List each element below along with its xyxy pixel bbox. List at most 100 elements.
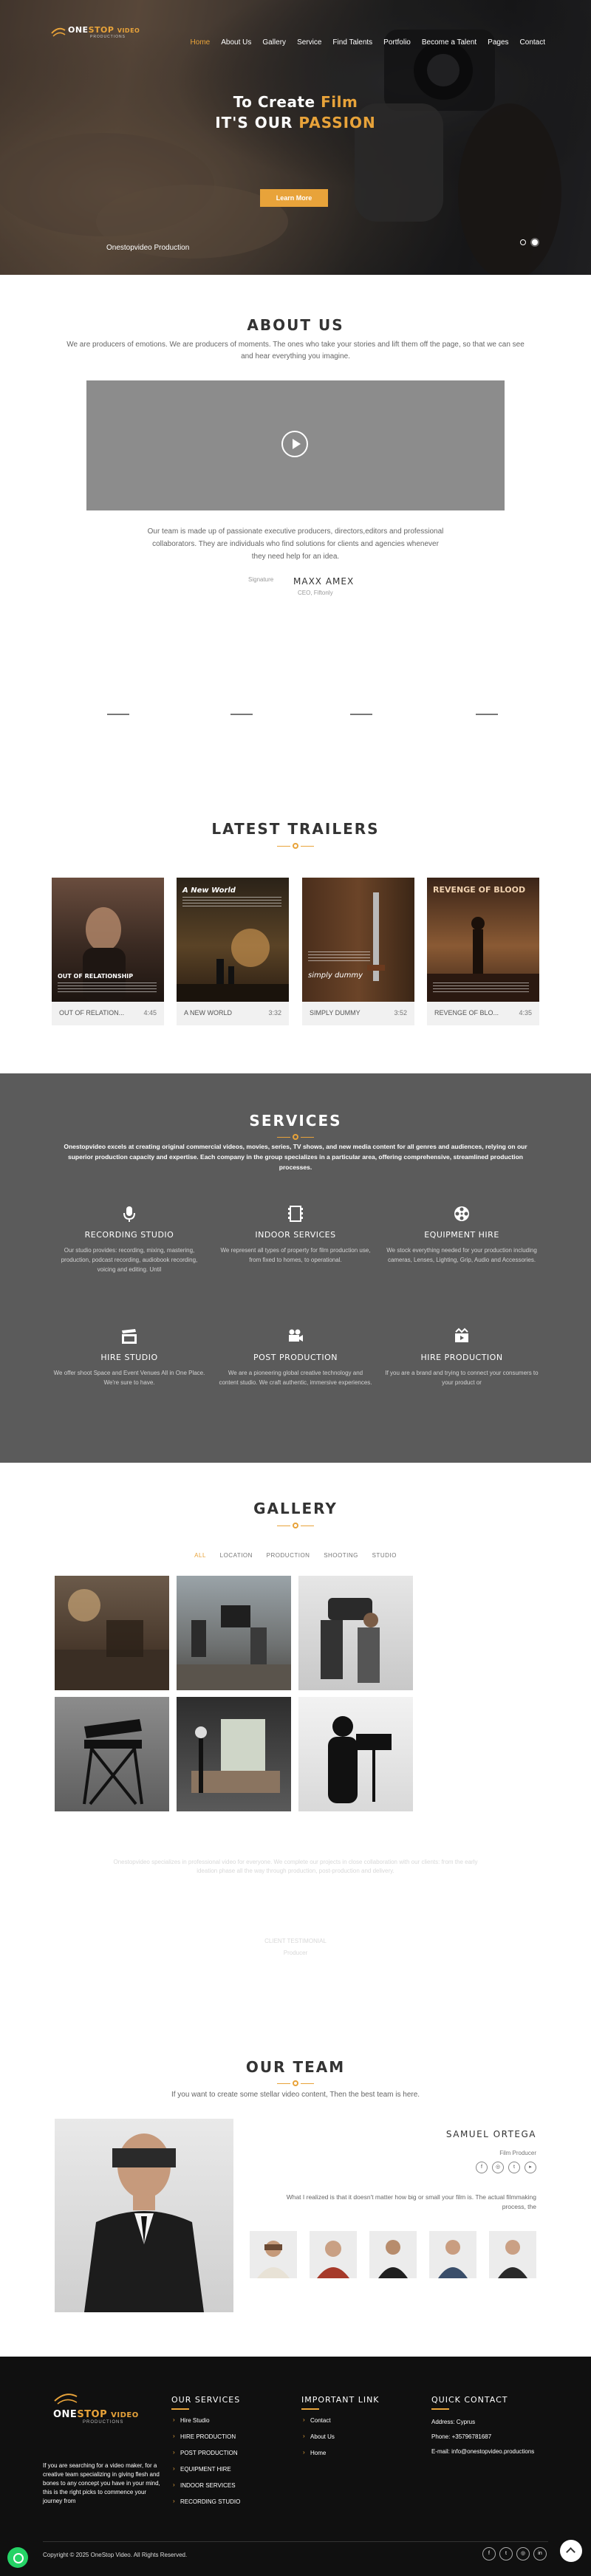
play-icon[interactable] (281, 431, 308, 457)
about-video[interactable] (86, 380, 505, 510)
gallery-image-studio[interactable] (55, 1697, 169, 1811)
linkedin-icon[interactable]: in (533, 2547, 547, 2560)
filter-shooting[interactable]: SHOOTING (324, 1552, 358, 1559)
team-thumb-3[interactable] (369, 2231, 417, 2278)
team-member-photo[interactable] (55, 2119, 233, 2312)
footer-link-hire-production[interactable]: HIRE PRODUCTION (173, 2433, 240, 2450)
footer-link-contact[interactable]: Contact (303, 2416, 335, 2433)
filter-location[interactable]: LOCATION (220, 1552, 253, 1559)
logo-camera-icon (51, 27, 66, 37)
footer-link-about-us[interactable]: About Us (303, 2433, 335, 2450)
nav-home[interactable]: Home (191, 38, 211, 47)
footer-about: If you are searching for a video maker, … (43, 2462, 160, 2504)
nav-gallery[interactable]: Gallery (262, 38, 286, 47)
footer-logo[interactable]: ONESTOP VIDEO PRODUCTIONS (53, 2391, 139, 2425)
trailer-card[interactable]: simply dummy SIMPLY DUMMY 3:52 (302, 878, 414, 1025)
service-description: We are a pioneering global creative tech… (219, 1370, 372, 1386)
divider-ornament-icon (293, 843, 298, 849)
footer-link-recording-studio[interactable]: RECORDING STUDIO (173, 2498, 240, 2515)
service-description: We stock everything needed for your prod… (386, 1247, 537, 1263)
gallery-photo (321, 1598, 380, 1683)
twitter-icon[interactable]: t (508, 2162, 520, 2173)
logo-wordmark: ONESTOP VIDEO (68, 25, 140, 35)
filter-all[interactable]: ALL (194, 1552, 206, 1559)
footer-title-underline (301, 2408, 319, 2410)
team-thumb-2[interactable] (310, 2231, 357, 2278)
trailer-poster[interactable]: OUT OF RELATIONSHIP (52, 878, 164, 1002)
footer-phone[interactable]: Phone: +35796781687 (431, 2433, 534, 2448)
footer-link-home[interactable]: Home (303, 2449, 335, 2466)
nav-become-a-talent[interactable]: Become a Talent (422, 38, 476, 47)
trailer-name[interactable]: REVENGE OF BLO... (434, 1009, 499, 1017)
trailer-name[interactable]: A NEW WORLD (184, 1009, 232, 1017)
about-title: ABOUT US (247, 316, 344, 334)
gallery-image-location[interactable] (55, 1576, 169, 1690)
signature-image: Signature (248, 576, 274, 583)
member-role: Film Producer (499, 2150, 536, 2156)
instagram-icon[interactable]: ◎ (492, 2162, 504, 2173)
service-title: RECORDING STUDIO (84, 1230, 174, 1240)
nav-contact[interactable]: Contact (520, 38, 545, 47)
footer-logo-part-stop: STOP (77, 2409, 108, 2420)
trailer-name[interactable]: SIMPLY DUMMY (310, 1009, 361, 1017)
footer-link-equipment-hire[interactable]: EQUIPMENT HIRE (173, 2465, 240, 2482)
nav-find-talents[interactable]: Find Talents (332, 38, 372, 47)
hero-section: ONESTOP VIDEO PRODUCTIONS Home About Us … (0, 0, 591, 275)
microphone-icon (123, 1206, 135, 1222)
service-hire-production[interactable]: HIRE PRODUCTION If you are a brand and t… (384, 1328, 539, 1387)
trailer-card[interactable]: REVENGE OF BLOOD REVENGE OF BLO... 4:35 (427, 878, 539, 1025)
trailer-card[interactable]: A New World A NEW WORLD 3:32 (177, 878, 289, 1025)
facebook-icon[interactable]: f (482, 2547, 496, 2560)
gallery-image-silhouette[interactable] (298, 1697, 413, 1811)
hero-caption: Onestopvideo Production (106, 244, 190, 252)
trailer-poster[interactable]: A New World (177, 878, 289, 1002)
film-reel-icon (454, 1206, 469, 1221)
nav-about-us[interactable]: About Us (221, 38, 251, 47)
site-logo[interactable]: ONESTOP VIDEO PRODUCTIONS (50, 25, 140, 39)
instagram-icon[interactable]: ◎ (516, 2547, 530, 2560)
nav-portfolio[interactable]: Portfolio (383, 38, 411, 47)
slider-dot-2[interactable] (532, 239, 538, 245)
services-title: SERVICES (249, 1112, 342, 1130)
team-thumb-4[interactable] (429, 2231, 476, 2278)
service-post-production[interactable]: POST PRODUCTION We are a pioneering glob… (218, 1328, 373, 1387)
gallery-image-production[interactable] (177, 1576, 291, 1690)
logo-part-stop: STOP (88, 25, 115, 35)
whatsapp-icon[interactable] (7, 2547, 28, 2568)
nav-service[interactable]: Service (297, 38, 321, 47)
trailer-name[interactable]: OUT OF RELATION... (59, 1009, 124, 1017)
facebook-icon[interactable]: f (476, 2162, 488, 2173)
divider-ornament-icon (293, 1134, 298, 1140)
nav-pages[interactable]: Pages (488, 38, 508, 47)
youtube-icon[interactable]: ▸ (525, 2162, 536, 2173)
filter-studio[interactable]: STUDIO (372, 1552, 397, 1559)
footer-link-hire-studio[interactable]: Hire Studio (173, 2416, 240, 2433)
clapperboard-icon (122, 1329, 137, 1344)
trailer-poster[interactable]: simply dummy (302, 878, 414, 1002)
service-hire-studio[interactable]: HIRE STUDIO We offer shoot Space and Eve… (52, 1328, 207, 1387)
gallery-image-studio-set[interactable] (177, 1697, 291, 1811)
poster-title: REVENGE OF BLOOD (433, 885, 526, 895)
learn-more-button[interactable]: Learn More (260, 189, 328, 207)
footer-logo-part-video: VIDEO (111, 2411, 139, 2419)
twitter-icon[interactable]: t (499, 2547, 513, 2560)
trailer-card[interactable]: OUT OF RELATIONSHIP OUT OF RELATION... 4… (52, 878, 164, 1025)
trailer-poster[interactable]: REVENGE OF BLOOD (427, 878, 539, 1002)
back-to-top-icon[interactable] (560, 2540, 582, 2562)
footer-link-post-production[interactable]: POST PRODUCTION (173, 2449, 240, 2466)
service-recording-studio[interactable]: RECORDING STUDIO Our studio provides: re… (52, 1205, 207, 1274)
hero-line2-accent: PASSION (298, 114, 376, 131)
team-thumb-5[interactable] (489, 2231, 536, 2278)
logo-part-one: ONE (68, 25, 89, 35)
team-thumb-1[interactable] (250, 2231, 297, 2278)
trailers-grid: OUT OF RELATIONSHIP OUT OF RELATION... 4… (52, 878, 539, 1025)
service-indoor-services[interactable]: INDOOR SERVICES We represent all types o… (218, 1205, 373, 1265)
service-equipment-hire[interactable]: EQUIPMENT HIRE We stock everything neede… (384, 1205, 539, 1265)
footer-email[interactable]: E-mail: info@onestopvideo.productions (431, 2448, 534, 2463)
footer-link-indoor-services[interactable]: INDOOR SERVICES (173, 2481, 240, 2498)
slider-dot-1[interactable] (520, 239, 526, 245)
filter-production[interactable]: PRODUCTION (267, 1552, 310, 1559)
hero-line1-prefix: To Create (233, 93, 321, 111)
gallery-image-shooting[interactable] (298, 1576, 413, 1690)
counter-divider (107, 714, 129, 715)
